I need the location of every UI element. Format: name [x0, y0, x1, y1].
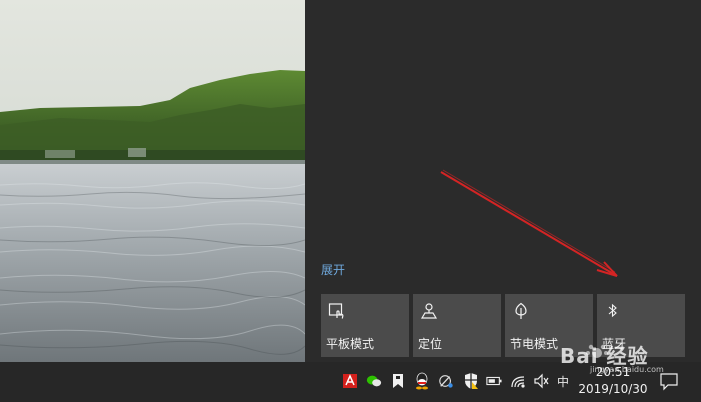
bluetooth-label: 蓝牙 — [602, 337, 627, 351]
clock-time: 20:51 — [595, 365, 631, 379]
taskbar: 中 20:51 2019/10/30 — [0, 362, 701, 402]
speaker-tool-icon[interactable] — [438, 372, 454, 390]
tablet-mode-tile[interactable]: 平板模式 — [321, 294, 409, 357]
wifi-icon[interactable] — [510, 372, 526, 390]
bluetooth-tile[interactable]: 蓝牙 — [597, 294, 685, 357]
tablet-mode-label: 平板模式 — [326, 337, 375, 351]
adobe-icon[interactable] — [342, 372, 358, 390]
action-center-panel: 展开 平板模式 定位 节电模式 蓝牙 — [305, 0, 701, 362]
bookmark-icon[interactable] — [390, 372, 406, 390]
expand-link[interactable]: 展开 — [321, 261, 345, 278]
notification-center-icon[interactable] — [659, 371, 679, 391]
volume-icon[interactable] — [533, 372, 549, 390]
security-shield-icon[interactable] — [463, 372, 479, 390]
location-label: 定位 — [418, 337, 443, 351]
battery-saver-label: 节电模式 — [510, 337, 559, 351]
battery-saver-tile[interactable]: 节电模式 — [505, 294, 593, 357]
battery-icon[interactable] — [486, 372, 502, 390]
bluetooth-icon — [604, 302, 622, 320]
clock-date: 2019/10/30 — [578, 382, 648, 396]
wechat-icon[interactable] — [366, 372, 382, 390]
ime-indicator[interactable]: 中 — [557, 373, 569, 390]
battery-saver-icon — [512, 302, 530, 320]
lake-landscape-image — [0, 0, 305, 362]
location-icon — [420, 302, 438, 320]
tablet-mode-icon — [328, 302, 346, 320]
location-tile[interactable]: 定位 — [413, 294, 501, 357]
qq-icon[interactable] — [414, 372, 430, 390]
desktop-wallpaper — [0, 0, 305, 362]
clock[interactable]: 20:51 2019/10/30 — [572, 364, 654, 398]
